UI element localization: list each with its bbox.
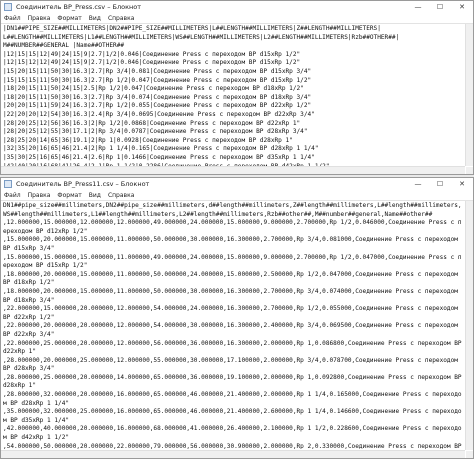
- horizontal-scrollbar[interactable]: [1, 450, 465, 458]
- text-editor[interactable]: DN1##pipe_size##millimeters,DN2##pipe_si…: [3, 202, 465, 449]
- text-line: M##NUMBER##GENERAL |Name##OTHER##: [3, 42, 125, 50]
- text-line: |12|15|12|12|49|24|15|9|2.7|1/2|0.046|Со…: [3, 59, 301, 67]
- menu-format[interactable]: Формат: [57, 15, 81, 22]
- text-line: L##LENGTH##MILLIMETERS|L1##LENGTH##MILLI…: [3, 33, 400, 41]
- menu-view[interactable]: Вид: [89, 192, 101, 199]
- text-line: |20|20|15|11|59|24|16.3|2.7|Rp 1/2|0.055…: [3, 102, 312, 110]
- text-line: |28|20|25|12|56|36|16.3|2|Rp 1/2|0.0868|…: [3, 119, 301, 127]
- text-line: |12|15|15|12|49|24|15|9|2.7|1/2|0.046|Со…: [3, 50, 301, 58]
- title-bar[interactable]: Соединитель BP_Press11.csv – Блокнот — ☐…: [1, 178, 473, 190]
- close-button[interactable]: ✕: [451, 178, 473, 190]
- text-line: |35|30|25|16|65|46|21.4|2.6|Rp 1|0.1466|…: [3, 153, 315, 161]
- menu-help[interactable]: Справка: [108, 192, 134, 199]
- menu-view[interactable]: Вид: [89, 15, 101, 22]
- menu-format[interactable]: Формат: [57, 192, 81, 199]
- window-title: Соединитель BP_Press.csv – Блокнот: [16, 3, 142, 11]
- resize-grip[interactable]: [466, 451, 473, 458]
- maximize-button[interactable]: ☐: [429, 178, 451, 190]
- title-bar[interactable]: Соединитель BP_Press.csv – Блокнот — ☐ ✕: [1, 1, 473, 13]
- menu-edit[interactable]: Правка: [28, 192, 51, 199]
- menu-help[interactable]: Справка: [108, 15, 134, 22]
- resize-grip[interactable]: [466, 167, 473, 174]
- menu-bar: Файл Правка Формат Вид Справка: [1, 13, 473, 24]
- notepad-window-1: Соединитель BP_Press.csv – Блокнот — ☐ ✕…: [0, 0, 474, 175]
- text-line: |32|35|20|16|65|46|21.4|2|Rp 1 1/4|0.165…: [3, 145, 319, 153]
- notepad-window-2: Соединитель BP_Press11.csv – Блокнот — ☐…: [0, 177, 474, 459]
- text-line: |28|25|20|14|65|36|19.1|2|Rp 1|0.0928|Со…: [3, 136, 293, 144]
- vertical-scrollbar[interactable]: [465, 201, 473, 450]
- maximize-button[interactable]: ☐: [429, 1, 451, 13]
- text-line: |18|20|15|11|50|24|15|2.5|Rp 1/2|0.047|С…: [3, 85, 304, 93]
- menu-bar: Файл Правка Формат Вид Справка: [1, 190, 473, 201]
- close-button[interactable]: ✕: [451, 1, 473, 13]
- menu-edit[interactable]: Правка: [28, 15, 51, 22]
- text-line: |15|15|15|11|50|30|16.3|2.7|Rp 1/2|0.047…: [3, 76, 312, 84]
- window-title: Соединитель BP_Press11.csv – Блокнот: [16, 180, 150, 188]
- minimize-button[interactable]: —: [407, 1, 429, 13]
- minimize-button[interactable]: —: [407, 178, 429, 190]
- text-editor[interactable]: |DN1##PIPE_SIZE##MILLIMETERS|DN2##PIPE_S…: [3, 25, 465, 166]
- vertical-scrollbar[interactable]: [465, 24, 473, 166]
- text-line: |DN1##PIPE_SIZE##MILLIMETERS|DN2##PIPE_S…: [3, 25, 381, 32]
- text-line: |28|20|25|12|55|30|17.1|2|Rp 3/4|0.0787|…: [3, 128, 308, 136]
- notepad-icon: [4, 3, 12, 11]
- text-line: |22|20|20|12|54|30|16.3|2.4|Rp 3/4|0.069…: [3, 110, 315, 118]
- horizontal-scrollbar[interactable]: [1, 166, 465, 174]
- text-line: |18|20|15|11|50|30|16.3|2.7|Rp 3/4|0.074…: [3, 93, 312, 101]
- text-line: |15|20|15|11|50|30|16.3|2.7|Rp 3/4|0.081…: [3, 67, 312, 75]
- menu-file[interactable]: Файл: [4, 15, 21, 22]
- menu-file[interactable]: Файл: [4, 192, 21, 199]
- notepad-icon: [4, 180, 12, 188]
